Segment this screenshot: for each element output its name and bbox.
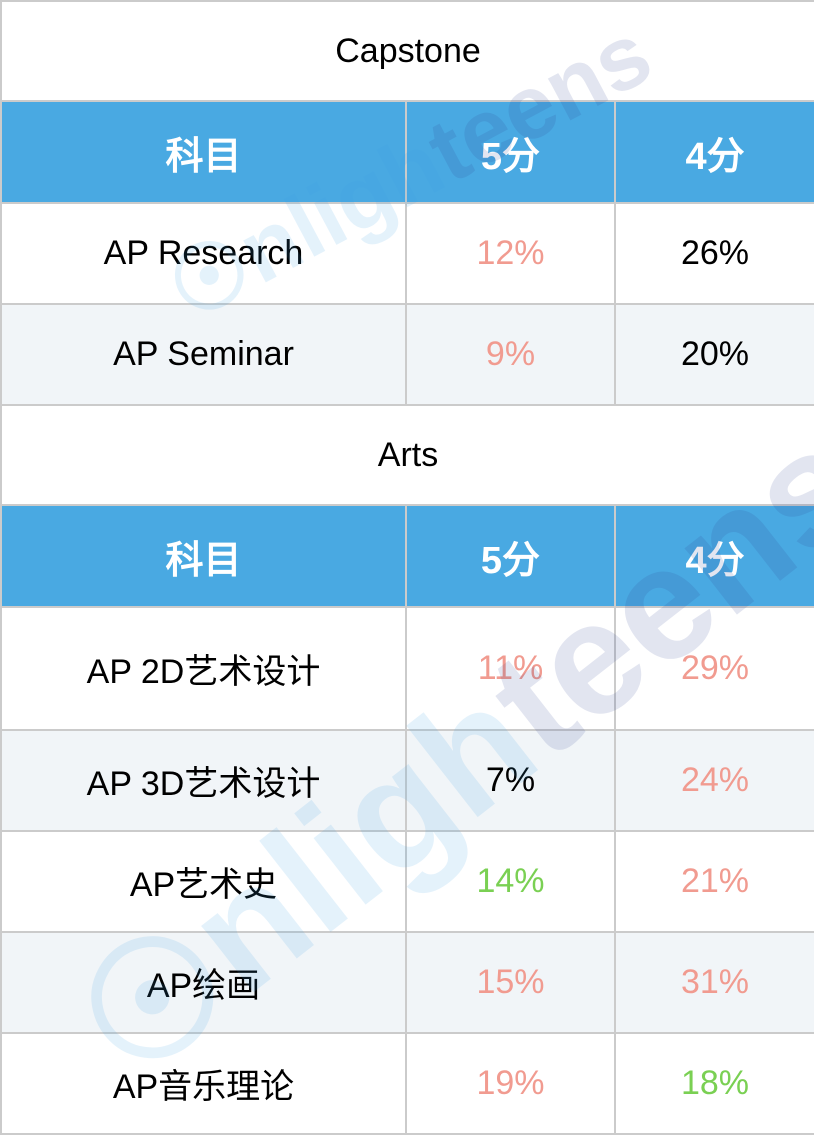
subject-cell: AP音乐理论: [0, 1032, 407, 1135]
subject-cell: AP Research: [0, 202, 407, 305]
score-4-cell: 20%: [613, 303, 814, 406]
section-row-arts: Arts: [0, 404, 814, 506]
score-5-cell: 14%: [405, 830, 616, 933]
score-4-cell: 21%: [613, 830, 814, 933]
table-row: AP 2D艺术设计 11% 29%: [0, 606, 814, 731]
table-header-row: 科目 5分 4分: [0, 504, 814, 608]
subject-cell: AP 2D艺术设计: [0, 606, 407, 731]
header-score-4: 4分: [613, 100, 814, 204]
table-header-row: 科目 5分 4分: [0, 100, 814, 204]
table-row: AP 3D艺术设计 7% 24%: [0, 729, 814, 832]
score-5-cell: 19%: [405, 1032, 616, 1135]
subject-cell: AP艺术史: [0, 830, 407, 933]
score-5-cell: 7%: [405, 729, 616, 832]
header-subject: 科目: [0, 504, 407, 608]
section-title: Arts: [0, 404, 814, 506]
score-4-cell: 18%: [613, 1032, 814, 1135]
score-5-cell: 15%: [405, 931, 616, 1034]
section-title: Capstone: [0, 0, 814, 102]
ap-score-table: Capstone 科目 5分 4分 AP Research 12% 26% AP…: [0, 0, 814, 1135]
table-row: AP艺术史 14% 21%: [0, 830, 814, 933]
table-row: AP绘画 15% 31%: [0, 931, 814, 1034]
score-4-cell: 31%: [613, 931, 814, 1034]
header-subject: 科目: [0, 100, 407, 204]
table-row: AP Seminar 9% 20%: [0, 303, 814, 406]
table-row: AP Research 12% 26%: [0, 202, 814, 305]
section-row-capstone: Capstone: [0, 0, 814, 102]
score-4-cell: 26%: [613, 202, 814, 305]
score-5-cell: 11%: [405, 606, 616, 731]
score-5-cell: 9%: [405, 303, 616, 406]
subject-cell: AP 3D艺术设计: [0, 729, 407, 832]
header-score-5: 5分: [405, 100, 616, 204]
score-4-cell: 29%: [613, 606, 814, 731]
subject-cell: AP Seminar: [0, 303, 407, 406]
header-score-5: 5分: [405, 504, 616, 608]
subject-cell: AP绘画: [0, 931, 407, 1034]
table-row: AP音乐理论 19% 18%: [0, 1032, 814, 1135]
score-table-container: Capstone 科目 5分 4分 AP Research 12% 26% AP…: [0, 0, 814, 1135]
score-4-cell: 24%: [613, 729, 814, 832]
score-5-cell: 12%: [405, 202, 616, 305]
header-score-4: 4分: [613, 504, 814, 608]
